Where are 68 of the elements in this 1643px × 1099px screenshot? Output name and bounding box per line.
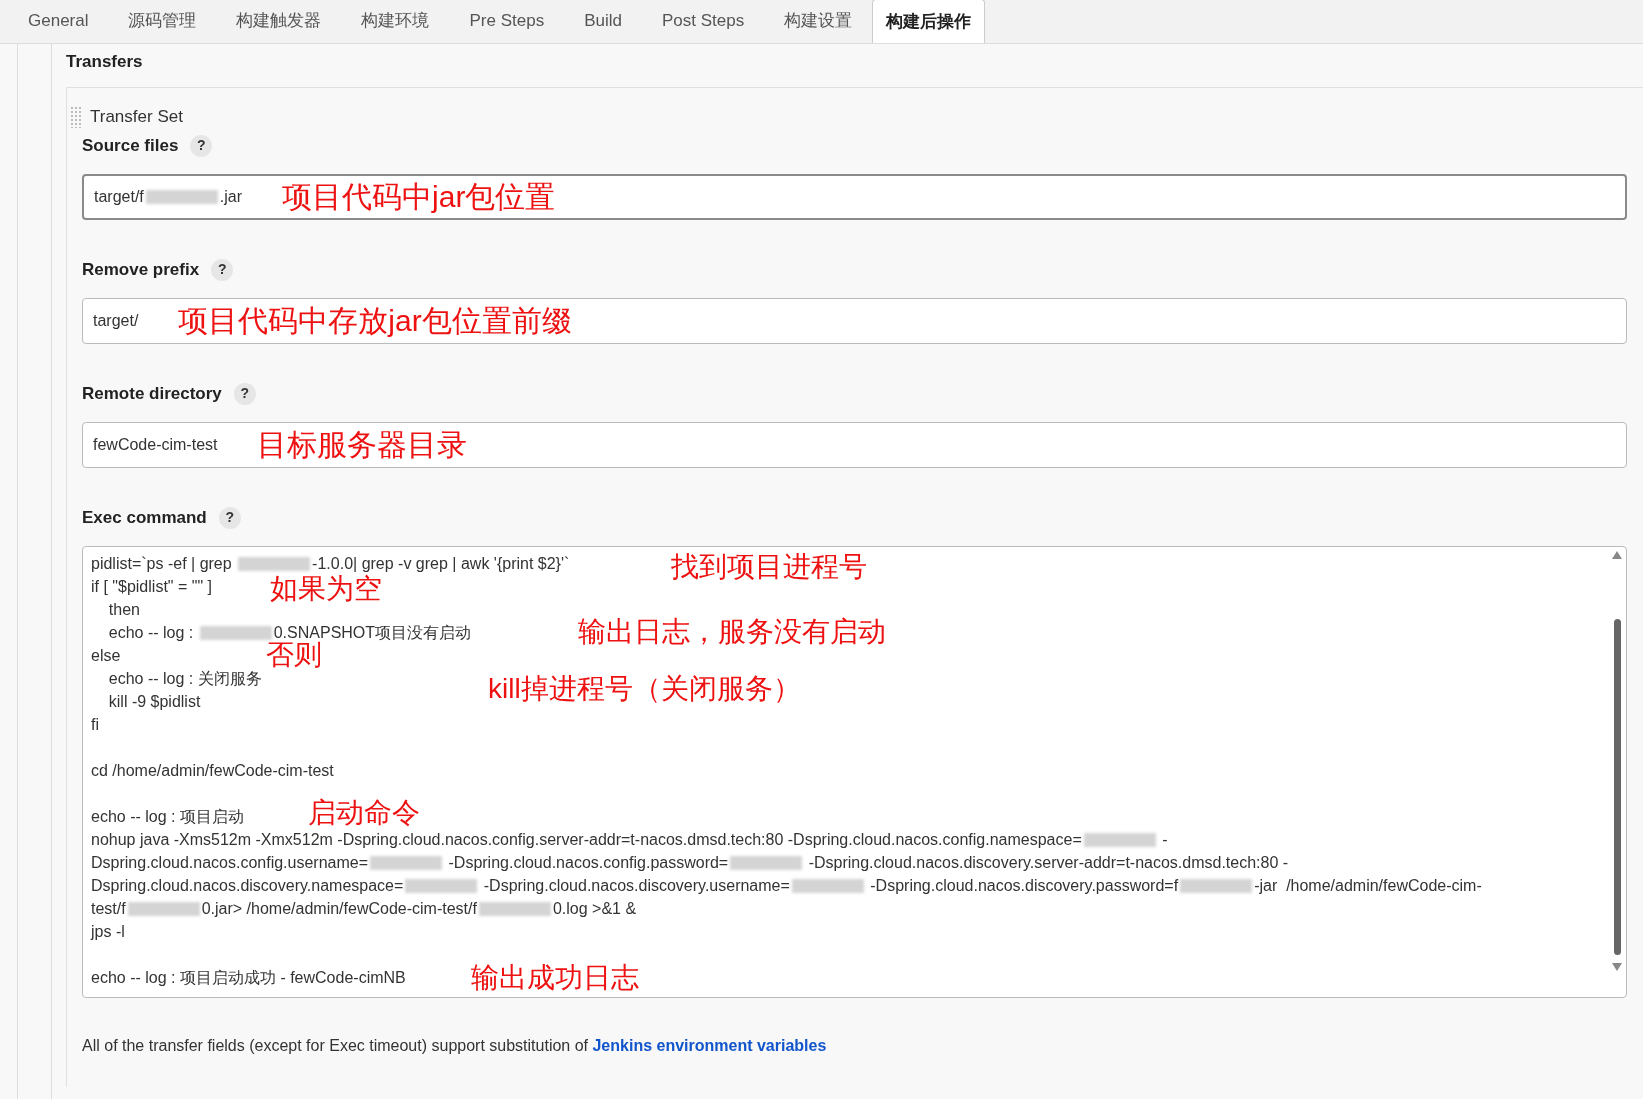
- tab[interactable]: General: [8, 0, 109, 43]
- code-text: pidlist=`ps -ef | grep: [91, 554, 233, 572]
- annotation: 目标服务器目录: [257, 427, 468, 463]
- code-text: Dspring.cloud.nacos.config.username=: [91, 853, 369, 871]
- code-text: -1.0.0| grep -v grep | awk '{print $2}'`: [312, 554, 570, 572]
- annotation: kill掉进程号（关闭服务）: [488, 672, 801, 705]
- drag-handle-icon[interactable]: [70, 105, 82, 128]
- code-text: -: [1161, 830, 1168, 848]
- help-button[interactable]: ?: [233, 382, 256, 405]
- exec-command-field[interactable]: [82, 545, 1627, 998]
- code-text: Dspring.cloud.nacos.discovery.namespace=: [91, 876, 404, 894]
- code-text: 0.log >&1 &: [552, 899, 637, 917]
- code-text: -Dspring.cloud.nacos.discovery.server-addr=t-nacos.dmsd.tech:80 -: [807, 853, 1289, 871]
- tab[interactable]: Post Steps: [641, 0, 765, 43]
- code-text: .jar: [219, 186, 243, 207]
- help-button[interactable]: ?: [190, 134, 213, 157]
- code-text: else: [91, 646, 121, 664]
- code-text: -jar /home/admin/fewCode-cim-: [1254, 876, 1482, 894]
- annotation: 项目代码中jar包位置: [282, 179, 556, 215]
- code-text: kill -9 $pidlist: [107, 692, 201, 710]
- code-text: echo -- log : 关闭服务: [107, 669, 262, 687]
- code-text: jps -l: [91, 922, 125, 940]
- code-text: -Dspring.cloud.nacos.discovery.username=: [482, 876, 790, 894]
- code-text: fewCode-cim-test: [93, 434, 218, 455]
- help-button[interactable]: ?: [218, 506, 241, 529]
- code-text: test/f: [91, 899, 126, 917]
- tab[interactable]: Build: [564, 0, 642, 43]
- annotation: 输出日志，服务没有启动: [578, 615, 886, 648]
- tab[interactable]: 构建设置: [764, 0, 873, 43]
- tab[interactable]: 构建环境: [341, 0, 450, 43]
- code-text: echo -- log : 项目启动: [91, 807, 244, 825]
- code-text: nohup java -Xms512m -Xmx512m -Dspring.cloud.nacos.config.server-addr=t-nacos.dmsd.tech:80 -Dspring.cloud.nacos.config.namespace=: [91, 830, 1082, 848]
- code-text: if [ "$pidlist" = "" ]: [91, 577, 212, 595]
- jenkins-env-link[interactable]: Jenkins environment variables: [592, 1036, 827, 1054]
- annotation: 否则: [266, 638, 322, 671]
- code-text: fi: [91, 715, 99, 733]
- tab[interactable]: 源码管理: [108, 0, 217, 43]
- field-label: Remote directory: [82, 382, 222, 405]
- section-title: Transfers: [66, 51, 144, 73]
- help-note: All of the transfer fields (except for Exec timeout) support substitution of Jenkins environment variables: [82, 1035, 828, 1056]
- annotation: 启动命令: [308, 796, 420, 829]
- scroll-down-icon[interactable]: [1612, 962, 1622, 971]
- code-text: -Dspring.cloud.nacos.discovery.password=f: [869, 876, 1179, 894]
- input-field[interactable]: target/ 项目代码中存放jar包位置前缀: [82, 297, 1627, 344]
- code-text: echo -- log :: [107, 623, 195, 641]
- code-text: target/f: [94, 186, 144, 207]
- field-label: Source files: [82, 134, 179, 157]
- annotation: 如果为空: [270, 572, 382, 605]
- input-field[interactable]: fewCode-cim-test 目标服务器目录: [82, 421, 1627, 468]
- field-label: Remove prefix: [82, 258, 200, 281]
- code-text: echo -- log : 项目启动成功 - fewCode-cimNB: [91, 968, 406, 986]
- scroll-up-icon[interactable]: [1612, 550, 1622, 559]
- tab[interactable]: 构建触发器: [216, 0, 342, 43]
- input-field[interactable]: target/f .jar 项目代码中jar包位置: [82, 173, 1627, 220]
- field-label: Exec command: [82, 506, 207, 529]
- tab[interactable]: Pre Steps: [449, 0, 565, 43]
- annotation: 项目代码中存放jar包位置前缀: [178, 303, 572, 339]
- help-button[interactable]: ?: [211, 258, 234, 281]
- transfer-set-title: Transfer Set: [90, 106, 183, 128]
- annotation: 找到项目进程号: [671, 550, 867, 583]
- code-text: -Dspring.cloud.nacos.config.password=: [447, 853, 729, 871]
- code-text: cd /home/admin/fewCode-cim-test: [91, 761, 334, 779]
- code-text: then: [107, 600, 140, 618]
- annotation: 输出成功日志: [471, 961, 639, 994]
- tab[interactable]: 构建后操作: [872, 0, 986, 43]
- code-text: target/: [93, 310, 139, 331]
- code-text: 0.jar> /home/admin/fewCode-cim-test/f: [201, 899, 477, 917]
- code-text: 0.SNAPSHOT项目没有启动: [273, 623, 472, 641]
